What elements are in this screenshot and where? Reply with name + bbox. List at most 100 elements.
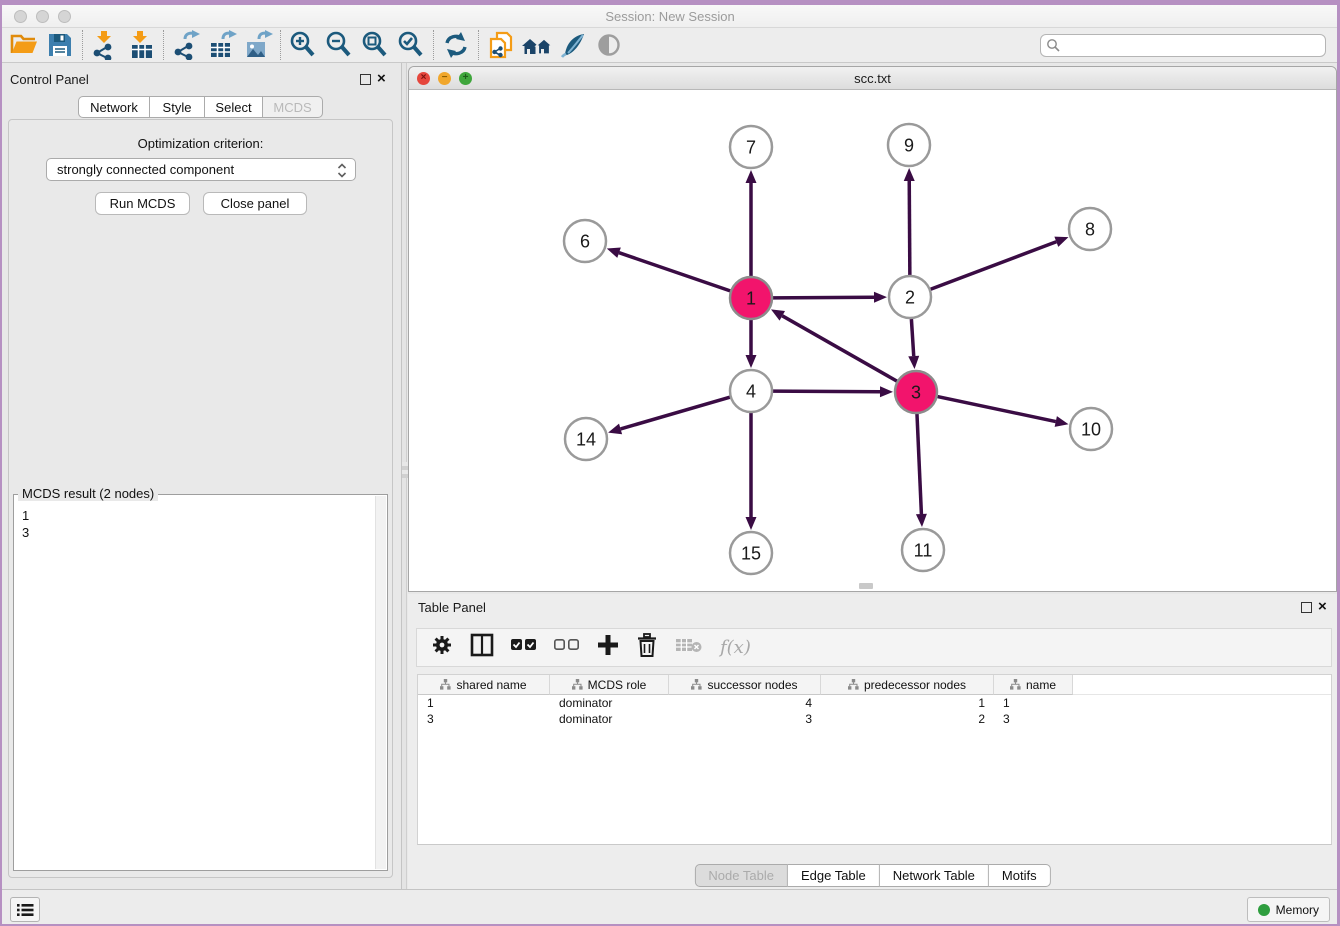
graph-edge-arrowhead [874,292,887,303]
memory-status-dot [1258,904,1270,916]
show-columns-icon[interactable] [470,633,494,662]
control-panel-title: Control Panel [10,72,89,87]
apply-layout-icon[interactable] [438,29,474,61]
tree-icon [848,679,859,690]
zoom-selected-icon[interactable] [393,29,429,61]
import-table-icon[interactable] [123,29,159,61]
graph-node-label: 3 [911,383,921,403]
graph-edge-1-2[interactable] [773,297,874,298]
column-header-MCDS-role[interactable]: MCDS role [550,675,669,695]
tab-edge-table[interactable]: Edge Table [788,864,880,887]
control-panel-tabs: Network Style Select MCDS [78,96,323,118]
network-window-titlebar[interactable]: × − + scc.txt [409,67,1336,90]
select-all-checkboxes-icon[interactable] [511,638,537,657]
clone-network-icon[interactable] [483,29,519,61]
graph-edge-4-14[interactable] [621,397,730,429]
table-cell: 4 [669,696,821,710]
network-canvas[interactable]: 1234678910111415 [409,90,1336,591]
zoom-fit-icon[interactable] [357,29,393,61]
zoom-in-icon[interactable] [285,29,321,61]
tab-network[interactable]: Network [78,96,150,118]
status-bar: Memory [0,889,1340,926]
graph-edge-2-3[interactable] [911,319,913,356]
graph-edge-2-8[interactable] [931,242,1057,290]
node-table: shared name MCDS role successor nodes prede… [417,674,1332,845]
criterion-dropdown[interactable]: strongly connected component [46,158,356,181]
show-graphics-details-icon[interactable] [591,29,627,61]
table-panel-float-icon[interactable] [1301,602,1312,613]
tab-select[interactable]: Select [205,96,263,118]
table-body: 1dominator4113dominator323 [418,695,1331,727]
table-cell: 3 [669,712,821,726]
graph-edge-3-11[interactable] [917,414,921,514]
table-cell: 3 [418,712,550,726]
import-network-icon[interactable] [87,29,123,61]
network-view-window: × − + scc.txt 1234678910111415 [408,66,1337,592]
column-header-successor-nodes[interactable]: successor nodes [669,675,821,695]
table-panel-close-icon[interactable]: × [1318,600,1327,614]
graph-edge-2-9[interactable] [909,181,910,275]
graph-node-label: 10 [1081,420,1101,440]
header-filler [1073,675,1331,695]
graph-edge-arrowhead [916,514,927,527]
window-title: Session: New Session [0,9,1340,24]
brush-icon[interactable] [555,29,591,61]
tab-style[interactable]: Style [150,96,205,118]
column-header-name[interactable]: name [994,675,1073,695]
run-mcds-button[interactable]: Run MCDS [95,192,190,215]
add-column-icon[interactable] [597,634,619,661]
network-splitter-grip[interactable] [859,583,873,589]
result-scrollbar[interactable] [375,496,386,869]
first-neighbors-icon[interactable] [519,29,555,61]
function-builder-icon: f(x) [720,637,751,658]
graph-edge-3-10[interactable] [938,397,1056,422]
column-header-shared-name[interactable]: shared name [418,675,550,695]
column-header-label: MCDS role [588,678,647,692]
memory-button[interactable]: Memory [1247,897,1330,922]
graph-edge-arrowhead [880,386,893,397]
column-header-label: name [1026,678,1056,692]
toolbar-separator [280,30,281,60]
graph-node-label: 8 [1085,220,1095,240]
panel-splitter[interactable] [401,63,407,889]
table-header-row: shared name MCDS role successor nodes prede… [418,675,1331,695]
zoom-out-icon[interactable] [321,29,357,61]
save-session-icon[interactable] [42,29,78,61]
table-cell: 2 [821,712,994,726]
tab-motifs[interactable]: Motifs [989,864,1051,887]
column-header-predecessor-nodes[interactable]: predecessor nodes [821,675,994,695]
export-network-icon[interactable] [168,29,204,61]
deselect-all-checkboxes-icon[interactable] [554,638,580,657]
graph-edge-arrowhead [608,424,622,435]
mcds-result-textarea[interactable]: 1 3 [16,503,374,868]
table-cell: dominator [550,696,669,710]
control-panel-float-icon[interactable] [360,74,371,85]
tab-network-table[interactable]: Network Table [880,864,989,887]
tab-mcds[interactable]: MCDS [263,96,323,118]
graph-edge-4-3[interactable] [773,391,880,392]
graph-node-label: 6 [580,232,590,252]
settings-gear-icon[interactable] [431,634,453,661]
task-history-button[interactable] [10,897,40,922]
table-row[interactable]: 1dominator411 [418,695,1331,711]
table-tabs: Node Table Edge Table Network Table Moti… [694,864,1050,887]
search-input[interactable] [1040,34,1326,57]
optimization-criterion-label: Optimization criterion: [9,136,392,151]
export-table-icon[interactable] [204,29,240,61]
export-image-icon[interactable] [240,29,276,61]
table-cell: 1 [821,696,994,710]
delete-column-icon[interactable] [636,633,658,662]
table-row[interactable]: 3dominator323 [418,711,1331,727]
close-panel-button[interactable]: Close panel [203,192,307,215]
search-icon [1046,38,1061,53]
tree-icon [1010,679,1021,690]
graph-edge-3-1[interactable] [782,316,897,381]
control-panel-close-icon[interactable]: × [377,72,386,86]
tab-node-table[interactable]: Node Table [694,864,788,887]
graph-edge-1-6[interactable] [619,253,730,291]
graph-edge-arrowhead [1055,416,1069,427]
open-file-icon[interactable] [6,29,42,61]
tree-icon [572,679,583,690]
column-header-label: predecessor nodes [864,678,966,692]
mcds-result-group: MCDS result (2 nodes) 1 3 [13,494,388,871]
